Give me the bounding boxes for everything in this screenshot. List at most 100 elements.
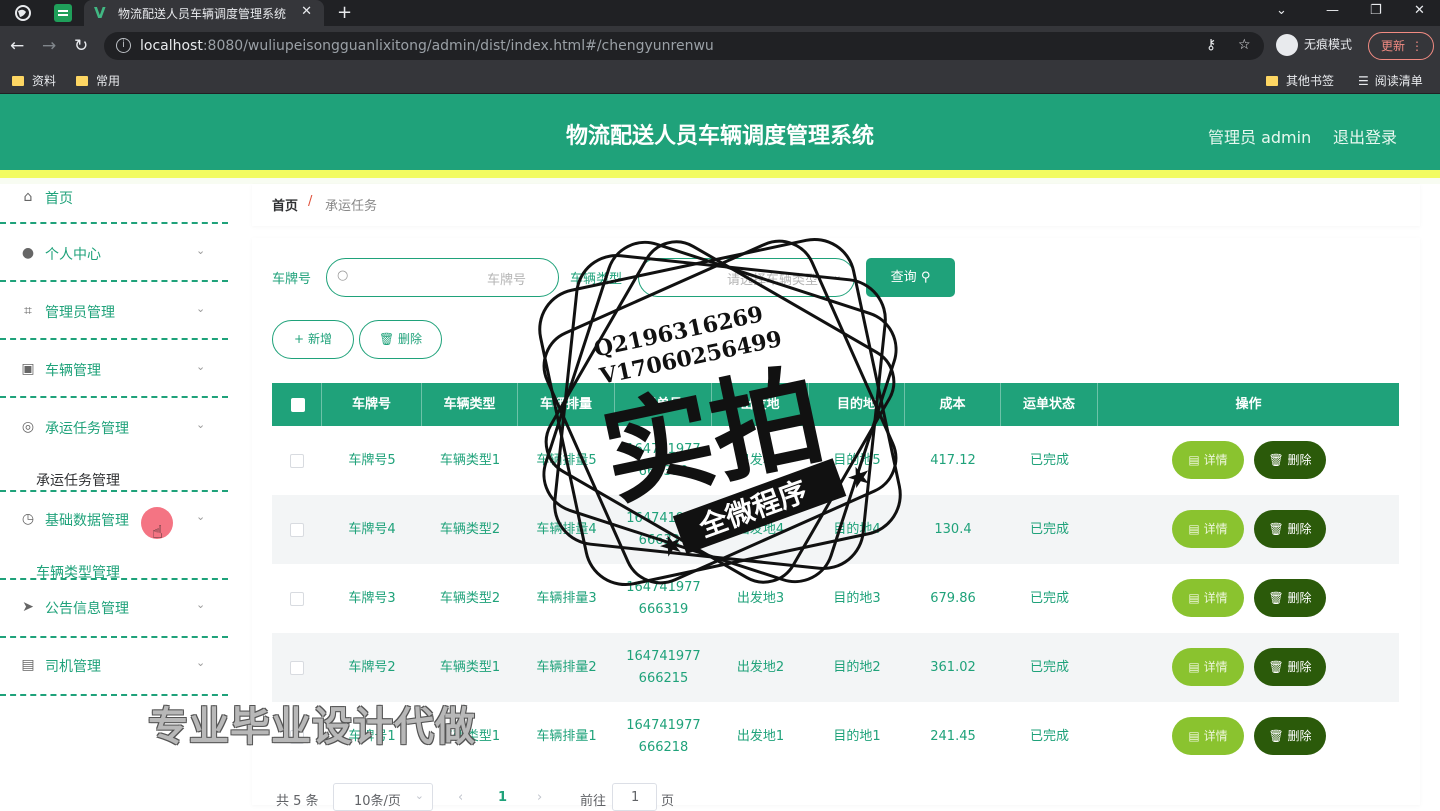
- breadcrumb-separator: /: [308, 194, 313, 209]
- tab-title: 物流配送人员车辆调度管理系统: [118, 7, 287, 21]
- trash-icon: 🗑: [1268, 729, 1284, 743]
- url-text[interactable]: localhost:8080/wuliupeisongguanlixitong/…: [140, 38, 714, 54]
- column-header[interactable]: 车辆类型: [422, 383, 518, 426]
- vehicle-type-select[interactable]: 请选择车辆类型 ⌄: [638, 258, 855, 297]
- next-page-icon[interactable]: ›: [537, 790, 542, 805]
- sidebar-subitem-vehicle-type[interactable]: 车辆类型管理: [0, 548, 228, 581]
- chevron-down-icon: ⌄: [196, 360, 206, 373]
- app-tab-icon[interactable]: [54, 4, 72, 22]
- chevron-down-icon: ⌄: [196, 302, 206, 315]
- sidebar-item-label: 公告信息管理: [45, 601, 129, 617]
- bookmark-folder-2[interactable]: 常用: [76, 72, 120, 89]
- cell-displacement: 车辆排量4: [536, 521, 597, 537]
- sidebar-item-vehicles[interactable]: ▣ 车辆管理 ⌄: [0, 340, 228, 398]
- incognito-indicator[interactable]: 无痕模式: [1276, 34, 1352, 56]
- bookmark-star-icon[interactable]: ☆: [1238, 37, 1251, 53]
- plate-search-input[interactable]: ○ 车牌号: [326, 258, 559, 297]
- column-header[interactable]: 出发地: [712, 383, 809, 426]
- other-bookmarks[interactable]: 其他书签: [1266, 72, 1334, 89]
- folder-icon: [12, 76, 24, 86]
- cell-destination: 目的地5: [833, 452, 881, 468]
- delete-button[interactable]: 🗑 删除: [1254, 441, 1326, 479]
- column-header[interactable]: 运单号: [615, 383, 712, 426]
- goto-page-input[interactable]: 1: [612, 783, 657, 811]
- sidebar-item-admins[interactable]: ⌗ 管理员管理 ⌄: [0, 282, 228, 340]
- app-header: 物流配送人员车辆调度管理系统 管理员 admin 退出登录: [0, 94, 1440, 170]
- update-button[interactable]: 更新 ⋮: [1368, 32, 1434, 60]
- minimize-icon[interactable]: —: [1326, 3, 1339, 18]
- query-button[interactable]: 查询 ⚲: [866, 258, 955, 297]
- sidebar-item-tasks[interactable]: ◎ 承运任务管理 ⌄: [0, 398, 228, 456]
- column-header[interactable]: 车牌号: [322, 383, 422, 426]
- page-size-select[interactable]: 10条/页 ⌄: [333, 783, 433, 811]
- globe-icon[interactable]: [14, 4, 32, 22]
- cell-waybill: 164741977 666215: [626, 648, 701, 686]
- column-header[interactable]: 车辆排量: [518, 383, 615, 426]
- detail-button[interactable]: ▤ 详情: [1172, 717, 1244, 755]
- cell-displacement: 车辆排量3: [536, 590, 597, 606]
- forward-icon[interactable]: →: [42, 36, 56, 56]
- delete-button[interactable]: 🗑 删除: [1254, 579, 1326, 617]
- vue-logo-icon: V: [94, 4, 106, 22]
- delete-button[interactable]: 🗑 删除: [1254, 510, 1326, 548]
- active-browser-tab[interactable]: V 物流配送人员车辆调度管理系统 ✕: [84, 0, 324, 26]
- batch-delete-button[interactable]: 🗑 删除: [359, 320, 442, 359]
- sidebar-item-label: 个人中心: [45, 247, 101, 263]
- tab-close-icon[interactable]: ✕: [301, 4, 312, 19]
- row-checkbox[interactable]: [290, 592, 304, 606]
- reload-icon[interactable]: ↻: [74, 36, 88, 56]
- current-page[interactable]: 1: [498, 790, 507, 805]
- detail-button[interactable]: ▤ 详情: [1172, 441, 1244, 479]
- row-checkbox[interactable]: [290, 454, 304, 468]
- cell-destination: 目的地2: [833, 659, 881, 675]
- menu-dots-icon[interactable]: ⋮: [1411, 33, 1423, 59]
- detail-button[interactable]: ▤ 详情: [1172, 579, 1244, 617]
- maximize-icon[interactable]: ❐: [1370, 3, 1382, 18]
- url-omnibox[interactable]: i localhost:8080/wuliupeisongguanlixiton…: [104, 32, 1264, 60]
- key-icon[interactable]: ⚷: [1206, 37, 1216, 53]
- reading-list[interactable]: ☰ 阅读清单: [1358, 72, 1423, 89]
- cell-waybill: 164741977 666324: [626, 510, 701, 548]
- sidebar-item-profile[interactable]: ● 个人中心 ⌄: [0, 224, 228, 282]
- tab-search-icon[interactable]: ⌄: [1276, 3, 1287, 18]
- bookmark-folder-1[interactable]: 资料: [12, 72, 56, 89]
- prev-page-icon[interactable]: ‹: [458, 790, 463, 805]
- column-header[interactable]: 成本: [905, 383, 1001, 426]
- cell-origin: 出发地3: [736, 590, 785, 606]
- window-close-icon[interactable]: ✕: [1414, 3, 1425, 18]
- row-checkbox[interactable]: [290, 523, 304, 537]
- sidebar-item-basic-data[interactable]: ◷ 基础数据管理 ⌄: [0, 492, 228, 548]
- cell-cost: 241.45: [930, 728, 976, 744]
- detail-button[interactable]: ▤ 详情: [1172, 510, 1244, 548]
- cell-plate: 车牌号2: [348, 659, 396, 675]
- site-info-icon[interactable]: i: [116, 38, 131, 53]
- row-checkbox[interactable]: [290, 661, 304, 675]
- cell-displacement: 车辆排量2: [536, 659, 597, 675]
- back-icon[interactable]: ←: [10, 36, 24, 56]
- sidebar-item-drivers[interactable]: ▤ 司机管理 ⌄: [0, 638, 228, 696]
- chevron-down-icon: ⌄: [196, 656, 206, 669]
- cell-cost: 679.86: [930, 590, 976, 606]
- sidebar-item-label: 首页: [45, 191, 73, 207]
- sidebar-subitem-task-management[interactable]: 承运任务管理: [0, 456, 228, 492]
- breadcrumb-home[interactable]: 首页: [272, 195, 298, 214]
- chevron-down-icon: ⌄: [414, 789, 424, 802]
- chevron-down-icon: ⌄: [832, 269, 842, 282]
- logout-link[interactable]: 退出登录: [1333, 124, 1397, 148]
- cell-origin: 出发地4: [736, 521, 785, 537]
- sidebar-item-notices[interactable]: ➤ 公告信息管理 ⌄: [0, 580, 228, 638]
- cell-cost: 417.12: [930, 452, 976, 468]
- sidebar-item-home[interactable]: ⌂ 首页: [0, 184, 228, 224]
- column-header[interactable]: 运单状态: [1001, 383, 1098, 426]
- delete-button[interactable]: 🗑 删除: [1254, 648, 1326, 686]
- search-icon: ⚲: [920, 270, 931, 285]
- add-button[interactable]: + 新增: [272, 320, 354, 359]
- sidebar-item-label: 司机管理: [45, 659, 101, 675]
- detail-button[interactable]: ▤ 详情: [1172, 648, 1244, 686]
- select-all-checkbox[interactable]: [291, 398, 305, 412]
- column-header[interactable]: 目的地: [809, 383, 905, 426]
- cell-destination: 目的地4: [833, 521, 881, 537]
- new-tab-icon[interactable]: +: [337, 2, 352, 23]
- document-icon: ▤: [1188, 522, 1200, 536]
- delete-button[interactable]: 🗑 删除: [1254, 717, 1326, 755]
